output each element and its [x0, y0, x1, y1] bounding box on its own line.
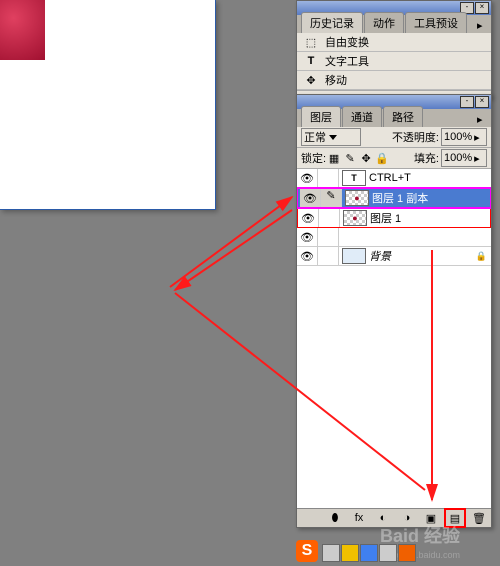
history-item[interactable]: T 文字工具 [297, 52, 491, 71]
task-icon[interactable] [322, 544, 340, 562]
layer-name: CTRL+T [369, 172, 411, 184]
tab-layers[interactable]: 图层 [301, 106, 341, 127]
canvas-subject [0, 0, 45, 60]
panel-menu-icon[interactable]: ▸ [477, 19, 489, 31]
delete-layer-icon[interactable]: 🗑 [471, 511, 487, 525]
layer-thumbnail: ● [343, 210, 367, 226]
visibility-toggle[interactable]: 👁 [297, 228, 318, 246]
layer-row-text[interactable]: 👁 T CTRL+T [297, 169, 491, 188]
chevron-right-icon: ▸ [474, 131, 480, 144]
minimize-button[interactable]: - [460, 96, 474, 108]
lock-all-icon[interactable]: 🔒 [374, 151, 390, 165]
history-item-label: 移动 [325, 72, 347, 88]
history-panel: - × 历史记录 动作 工具预设 ▸ ⬚ 自由变换 T 文字工具 ✥ 移动 [296, 0, 492, 98]
layer-thumbnail [342, 248, 366, 264]
visibility-toggle[interactable]: 👁 [300, 189, 321, 207]
fill-value: 100% [444, 152, 472, 164]
visibility-toggle[interactable]: 👁 [297, 247, 318, 265]
layer-thumbnail: ● [345, 190, 369, 206]
blend-mode-value: 正常 [304, 129, 326, 145]
lock-transparent-icon[interactable]: ▦ [326, 151, 342, 165]
chevron-right-icon: ▸ [474, 152, 480, 165]
close-button[interactable]: × [475, 96, 489, 108]
taskbar-icons [322, 544, 416, 562]
tab-tool-presets[interactable]: 工具预设 [405, 12, 467, 33]
fill-label: 填充: [414, 150, 439, 166]
blend-opacity-row: 正常 不透明度: 100% ▸ [297, 127, 491, 148]
layer-row-copy[interactable]: 👁 ✎ ● 图层 1 副本 [297, 188, 491, 208]
layer-name: 图层 1 [370, 210, 401, 226]
lock-position-icon[interactable]: ✥ [358, 151, 374, 165]
tab-actions[interactable]: 动作 [364, 12, 404, 33]
history-tabs: 历史记录 动作 工具预设 ▸ [297, 15, 491, 33]
task-icon[interactable] [341, 544, 359, 562]
layer-row-background[interactable]: 👁 背景 🔒 [297, 247, 491, 266]
opacity-label: 不透明度: [392, 129, 439, 145]
tab-channels[interactable]: 通道 [342, 106, 382, 127]
app-logo: S [296, 540, 318, 562]
opacity-value: 100% [444, 131, 472, 143]
layers-panel: - × 图层 通道 路径 ▸ 正常 不透明度: 100% ▸ 锁定: ▦ ✎ ✥… [296, 94, 492, 528]
tab-history[interactable]: 历史记录 [301, 12, 363, 33]
layer-list: 👁 T CTRL+T 👁 ✎ ● 图层 1 副本 👁 ● 图层 1 👁 👁 背景 [297, 169, 491, 508]
text-tool-icon: T [301, 53, 321, 69]
link-column[interactable] [318, 228, 339, 246]
free-transform-icon: ⬚ [301, 34, 321, 50]
layer-style-icon[interactable]: fx [351, 511, 367, 525]
link-layers-icon[interactable]: ⬮ [327, 511, 343, 525]
tab-paths[interactable]: 路径 [383, 106, 423, 127]
lock-pixels-icon[interactable]: ✎ [342, 151, 358, 165]
visibility-toggle[interactable]: 👁 [298, 209, 319, 227]
opacity-input[interactable]: 100% ▸ [441, 128, 487, 146]
chevron-down-icon [329, 135, 337, 140]
layer-name: 图层 1 副本 [372, 190, 428, 206]
layer-name: 背景 [369, 248, 391, 264]
text-layer-icon: T [342, 170, 366, 186]
task-icon[interactable] [379, 544, 397, 562]
history-item[interactable]: ⬚ 自由变换 [297, 33, 491, 52]
blend-mode-select[interactable]: 正常 [301, 128, 361, 146]
panel-menu-icon[interactable]: ▸ [477, 113, 489, 125]
link-column[interactable] [319, 209, 340, 227]
history-item[interactable]: ✥ 移动 [297, 71, 491, 90]
link-column[interactable]: ✎ [321, 189, 342, 207]
link-column[interactable] [318, 247, 339, 265]
fill-input[interactable]: 100% ▸ [441, 149, 487, 167]
close-button[interactable]: × [475, 2, 489, 14]
history-item-label: 自由变换 [325, 34, 369, 50]
lock-label: 锁定: [301, 150, 326, 166]
history-item-label: 文字工具 [325, 53, 369, 69]
visibility-toggle[interactable]: 👁 [297, 169, 318, 187]
lock-fill-row: 锁定: ▦ ✎ ✥ 🔒 填充: 100% ▸ [297, 148, 491, 169]
task-icon[interactable] [398, 544, 416, 562]
layer-row-spacer[interactable]: 👁 [297, 228, 491, 247]
lock-icon: 🔒 [476, 251, 487, 262]
link-column[interactable] [318, 169, 339, 187]
document-canvas[interactable] [0, 0, 216, 210]
layer-row-1[interactable]: 👁 ● 图层 1 [297, 208, 491, 228]
move-tool-icon: ✥ [301, 72, 321, 88]
layers-tabs: 图层 通道 路径 ▸ [297, 109, 491, 127]
task-icon[interactable] [360, 544, 378, 562]
